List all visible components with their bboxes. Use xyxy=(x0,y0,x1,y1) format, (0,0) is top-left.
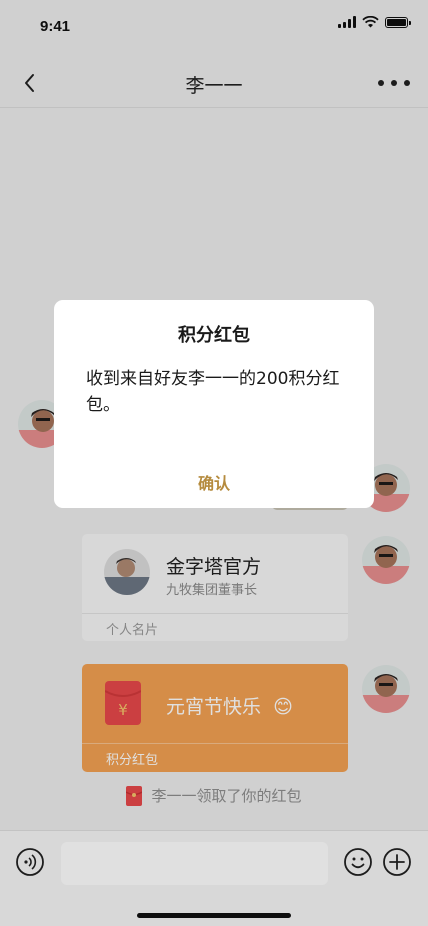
confirm-button[interactable]: 确认 xyxy=(54,470,374,494)
dialog-message: 收到来自好友李一一的200积分红包。 xyxy=(86,369,340,415)
dialog-title: 积分红包 xyxy=(178,325,250,346)
chat-screen: 9:41 李一一 金字塔官方 九牧集团董事长 个人名片 ¥ 元宵节快乐 😊 积分… xyxy=(0,0,428,926)
red-packet-dialog: 积分红包 收到来自好友李一一的200积分红包。 确认 xyxy=(54,300,374,508)
